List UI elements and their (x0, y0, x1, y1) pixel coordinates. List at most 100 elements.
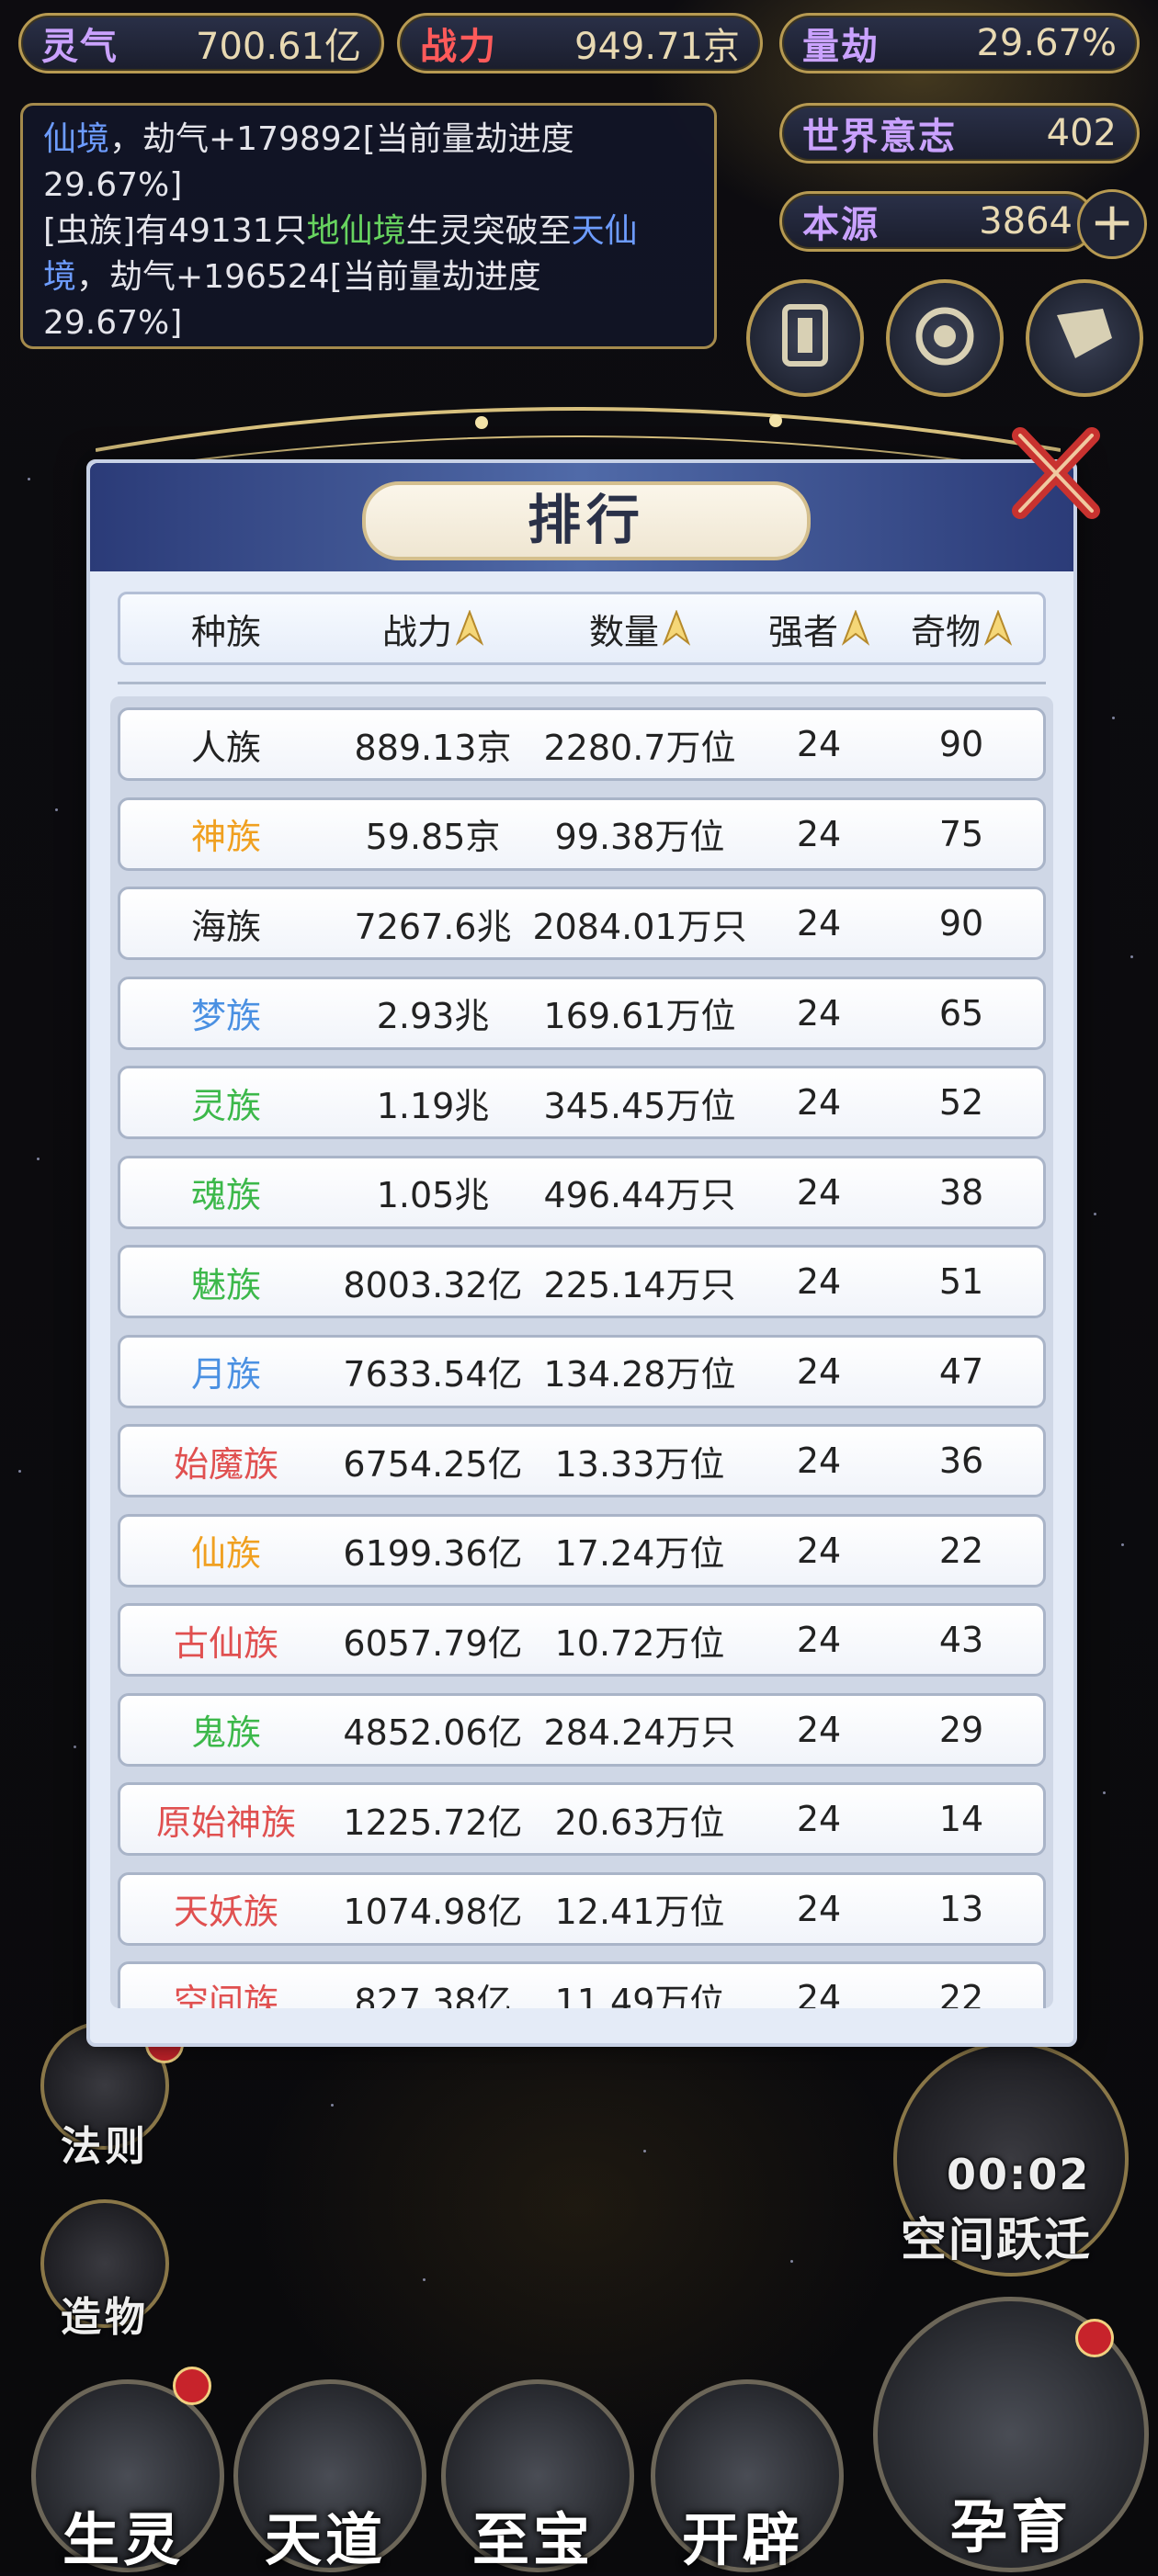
cell-treasure: 43 (938, 1620, 984, 1660)
zaowu-label: 造物 (61, 2294, 149, 2341)
sort-arrow-icon (842, 610, 869, 646)
event-log: 仙境，劫气+179892[当前量劫进度 29.67%] [虫族]有49131只地… (20, 103, 717, 349)
cell-race: 天妖族 (173, 1892, 278, 1932)
log-line: 境，劫气+196524[当前量劫进度 (43, 254, 694, 300)
cell-strong: 24 (796, 992, 842, 1034)
log-realm: 地仙境 (306, 212, 406, 250)
table-row[interactable]: 神族 59.85京 99.38万位 24 75 (118, 797, 1046, 871)
ranking-header-row: 种族 战力 数量 强者 奇物 (118, 592, 1046, 665)
cell-race: 原始神族 (155, 1802, 296, 1843)
sort-arrow-icon (984, 610, 1012, 646)
ranking-list[interactable]: 人族 889.13京 2280.7万位 24 90 神族 59.85京 99.38万位 24 75… (110, 696, 1053, 2008)
table-row[interactable]: 月族 7633.54亿 134.28万位 24 47 (118, 1334, 1046, 1408)
portal-button[interactable] (886, 279, 1004, 397)
cell-strong: 24 (796, 1978, 842, 2008)
cell-count: 169.61万位 (543, 996, 736, 1036)
table-row[interactable]: 海族 7267.6兆 2084.01万只 24 90 (118, 887, 1046, 960)
nav-kaipi-label: 开辟 (681, 2506, 803, 2573)
stat-shijie-label: 世界意志 (802, 116, 957, 158)
sort-by-power[interactable]: 战力 (332, 604, 534, 654)
cell-strong: 24 (796, 1441, 842, 1481)
header-race: 种族 (120, 604, 332, 654)
cell-race: 灵族 (190, 1085, 261, 1126)
cell-power: 1074.98亿 (343, 1892, 523, 1932)
cell-count: 225.14万只 (543, 1264, 736, 1305)
card-button[interactable] (746, 279, 864, 397)
scroll-icon (1057, 309, 1112, 358)
close-icon[interactable] (1007, 423, 1103, 524)
cell-treasure: 90 (938, 724, 984, 764)
sort-arrow-icon (663, 610, 690, 646)
cell-race: 梦族 (190, 996, 261, 1036)
log-realm: 天仙 (571, 212, 638, 250)
header-divider (118, 682, 1046, 684)
cell-count: 99.38万位 (554, 817, 725, 857)
table-row[interactable]: 古仙族 6057.79亿 10.72万位 24 43 (118, 1603, 1046, 1677)
cell-race: 鬼族 (190, 1712, 261, 1753)
log-text: 生灵突破至 (405, 212, 572, 250)
cell-race: 仙族 (190, 1533, 261, 1574)
table-row[interactable]: 天妖族 1074.98亿 12.41万位 24 13 (118, 1871, 1046, 1946)
cell-strong: 24 (796, 1082, 842, 1123)
star-decoration (790, 2260, 793, 2263)
cell-treasure: 36 (938, 1441, 984, 1481)
header-power-label: 战力 (381, 611, 452, 652)
cell-strong: 24 (796, 724, 842, 764)
cell-treasure: 65 (938, 992, 984, 1034)
cell-race: 魂族 (190, 1175, 261, 1215)
sort-by-count[interactable]: 数量 (534, 604, 745, 654)
header-strong-label: 强者 (767, 611, 838, 652)
stat-liangjie-value: 29.67% (976, 22, 1117, 64)
cell-treasure: 38 (938, 1171, 984, 1213)
table-row[interactable]: 灵族 1.19兆 345.45万位 24 52 (118, 1066, 1046, 1139)
cell-count: 134.28万位 (543, 1354, 736, 1395)
add-benyuan-button[interactable]: + (1077, 189, 1147, 259)
table-row[interactable]: 鬼族 4852.06亿 284.24万只 24 29 (118, 1692, 1046, 1767)
stat-liangjie[interactable]: 量劫 29.67% (779, 13, 1140, 73)
star-decoration (1130, 955, 1133, 958)
scroll-button[interactable] (1026, 279, 1143, 397)
cell-power: 6199.36亿 (343, 1533, 523, 1574)
cell-strong: 24 (796, 1171, 842, 1213)
log-line: [虫族]有49131只地仙境生灵突破至天仙 (43, 209, 694, 254)
table-row[interactable]: 仙族 6199.36亿 17.24万位 24 22 (118, 1513, 1046, 1587)
cell-race: 始魔族 (173, 1443, 278, 1485)
header-count-label: 数量 (588, 611, 659, 652)
log-text: ，劫气+196524[当前量劫进度 (76, 258, 541, 296)
swirl-icon (915, 307, 974, 366)
nav-shengling-label: 生灵 (62, 2506, 184, 2573)
cell-count: 345.45万位 (543, 1085, 736, 1126)
nav-tiandao-label: 天道 (264, 2506, 386, 2573)
table-row[interactable]: 梦族 2.93兆 169.61万位 24 65 (118, 976, 1046, 1050)
cell-treasure: 14 (938, 1799, 984, 1839)
table-row[interactable]: 空间族 827.38亿 11.49万位 24 22 (118, 1961, 1046, 2008)
cell-power: 7267.6兆 (354, 906, 512, 947)
cell-count: 17.24万位 (554, 1533, 725, 1574)
star-decoration (643, 2150, 646, 2152)
cell-strong: 24 (796, 1261, 842, 1302)
cell-treasure: 29 (938, 1709, 984, 1750)
star-decoration (18, 1470, 21, 1473)
table-row[interactable]: 始魔族 6754.25亿 13.33万位 24 36 (118, 1424, 1046, 1497)
cell-power: 7633.54亿 (343, 1354, 523, 1395)
stat-shijie[interactable]: 世界意志 402 (779, 103, 1140, 164)
cell-treasure: 52 (938, 1082, 984, 1123)
sort-arrow-icon (456, 610, 483, 646)
log-text: [虫族]有49131只 (43, 212, 307, 250)
table-row[interactable]: 原始神族 1225.72亿 20.63万位 24 14 (118, 1782, 1046, 1856)
cell-power: 2.93兆 (376, 996, 490, 1036)
sort-by-strong[interactable]: 强者 (745, 604, 892, 654)
cell-race: 古仙族 (173, 1622, 278, 1664)
header-treasure-label: 奇物 (910, 611, 981, 652)
table-row[interactable]: 魅族 8003.32亿 225.14万只 24 51 (118, 1245, 1046, 1318)
nav-yunyu-label: 孕育 (949, 2493, 1072, 2560)
cell-strong: 24 (796, 1709, 842, 1750)
ranking-modal: 排行 种族 战力 数量 强者 奇物 人族 889.13京 2280.7万位 24 90 神… (86, 459, 1077, 2047)
cell-count: 11.49万位 (554, 1981, 725, 2009)
table-row[interactable]: 人族 889.13京 2280.7万位 24 90 (118, 707, 1046, 781)
jump-timer: 00:02 (947, 2150, 1091, 2199)
table-row[interactable]: 魂族 1.05兆 496.44万只 24 38 (118, 1155, 1046, 1229)
cell-count: 12.41万位 (554, 1892, 725, 1932)
log-realm: 境 (43, 258, 77, 296)
sort-by-treasure[interactable]: 奇物 (892, 604, 1030, 654)
